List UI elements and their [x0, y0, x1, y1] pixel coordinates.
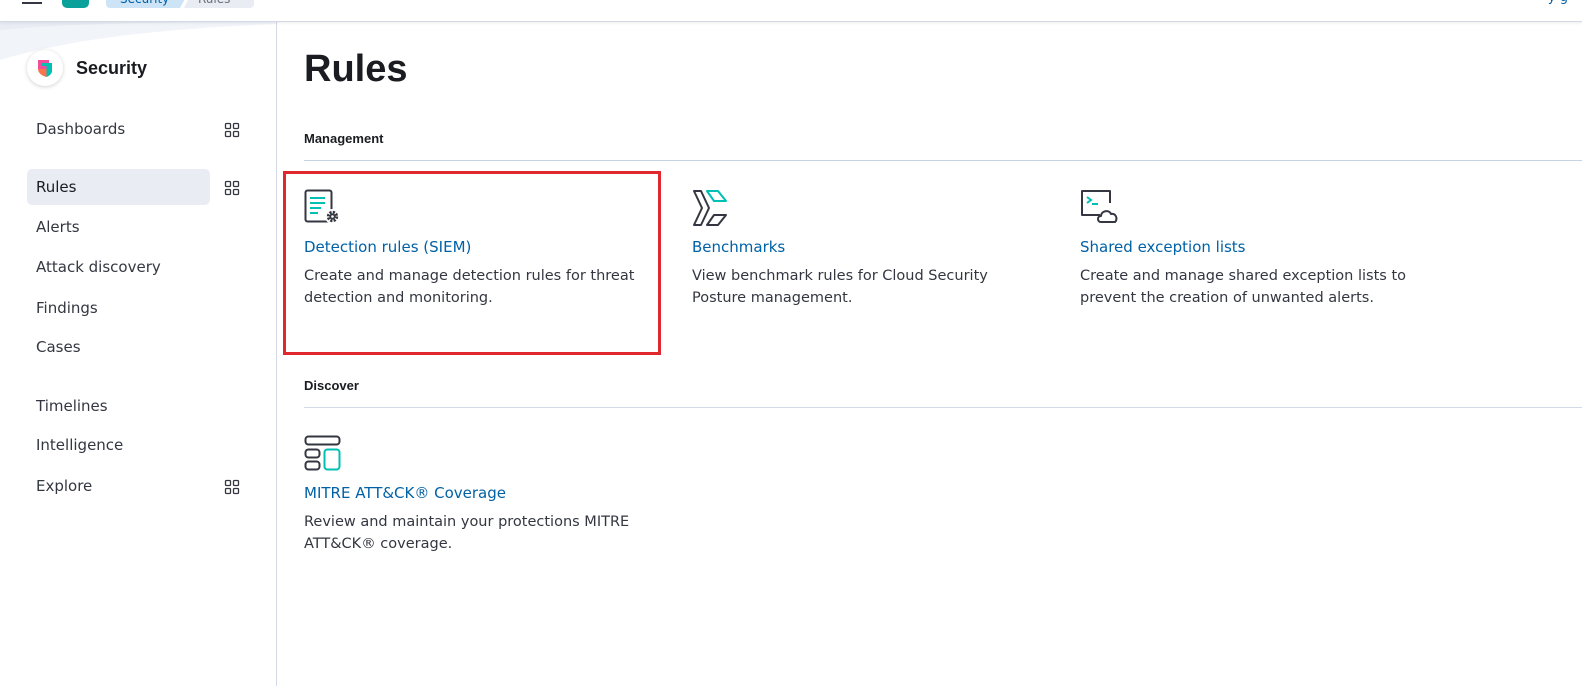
sidebar: Security Dashboards Rules Alerts Attack …: [0, 22, 277, 686]
sidebar-item-explore[interactable]: Explore: [27, 468, 210, 504]
shared-exception-lists-link[interactable]: Shared exception lists: [1080, 238, 1450, 256]
sidebar-item-label: Dashboards: [36, 120, 126, 138]
sidebar-item-label: Findings: [36, 299, 98, 317]
section-divider: [304, 407, 1582, 408]
card-mitre-coverage: MITRE ATT&CK® Coverage Review and mainta…: [304, 435, 654, 555]
sidebar-brand[interactable]: Security: [27, 50, 147, 86]
card-benchmarks: Benchmarks View benchmark rules for Clou…: [692, 189, 1022, 309]
top-header: Security Rules y g: [0, 0, 1582, 22]
page-title: Rules: [304, 48, 408, 90]
menu-icon[interactable]: [22, 0, 42, 6]
apps-grid-icon[interactable]: [224, 122, 240, 138]
sidebar-item-timelines[interactable]: Timelines: [27, 388, 210, 424]
card-description: Review and maintain your protections MIT…: [304, 514, 630, 552]
card-description: Create and manage detection rules for th…: [304, 268, 635, 306]
detection-rules-icon: [304, 189, 340, 224]
sidebar-item-label: Explore: [36, 477, 93, 495]
sidebar-item-attack-discovery[interactable]: Attack discovery: [27, 249, 210, 285]
section-title-discover: Discover: [304, 378, 359, 393]
sidebar-item-findings[interactable]: Findings: [27, 290, 210, 326]
card-detection-rules: Detection rules (SIEM) Create and manage…: [304, 189, 654, 309]
benchmarks-icon: [693, 190, 727, 226]
sidebar-item-label: Rules: [36, 178, 77, 196]
sidebar-item-alerts[interactable]: Alerts: [27, 209, 210, 245]
app-logo[interactable]: [62, 0, 89, 8]
detection-rules-link[interactable]: Detection rules (SIEM): [304, 238, 654, 256]
sidebar-item-dashboards[interactable]: Dashboards: [27, 111, 210, 147]
sidebar-item-rules[interactable]: Rules: [27, 169, 210, 205]
sidebar-item-label: Cases: [36, 338, 81, 356]
exception-lists-icon: [1081, 190, 1118, 223]
card-description: View benchmark rules for Cloud Security …: [692, 268, 988, 306]
benchmarks-link[interactable]: Benchmarks: [692, 238, 1022, 256]
sidebar-item-intelligence[interactable]: Intelligence: [27, 427, 210, 463]
card-description: Create and manage shared exception lists…: [1080, 268, 1406, 306]
sidebar-item-label: Alerts: [36, 218, 80, 236]
section-divider: [304, 160, 1582, 161]
mitre-coverage-icon: [304, 435, 341, 471]
apps-grid-icon[interactable]: [224, 180, 240, 196]
apps-grid-icon[interactable]: [224, 479, 240, 495]
sidebar-brand-title: Security: [76, 57, 148, 78]
section-title-management: Management: [304, 131, 384, 146]
sidebar-item-label: Attack discovery: [36, 258, 161, 276]
sidebar-item-label: Intelligence: [36, 436, 124, 454]
security-logo-icon: [27, 50, 63, 86]
sidebar-item-label: Timelines: [36, 397, 108, 415]
header-right-links[interactable]: y g: [1548, 0, 1568, 5]
main-content: Rules Management Detection rules (SIEM) …: [278, 22, 1582, 686]
sidebar-item-cases[interactable]: Cases: [27, 329, 210, 365]
breadcrumb-rules: Rules: [184, 0, 254, 8]
mitre-coverage-link[interactable]: MITRE ATT&CK® Coverage: [304, 484, 654, 502]
card-shared-exception-lists: Shared exception lists Create and manage…: [1080, 189, 1450, 309]
breadcrumb-security[interactable]: Security: [106, 0, 190, 8]
